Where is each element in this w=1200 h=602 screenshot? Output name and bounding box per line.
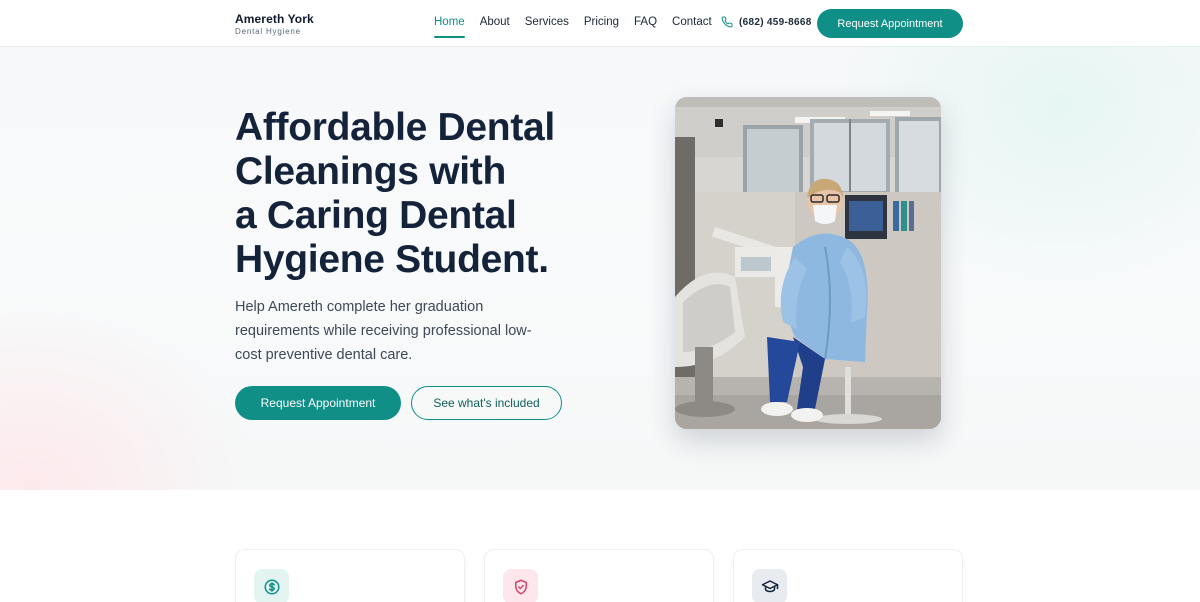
hero-subtitle-line: requirements while receiving professiona… xyxy=(235,323,532,339)
hero-section: Affordable Dental Cleanings with a Carin… xyxy=(0,47,1200,490)
feature-icon-wrap xyxy=(503,569,538,602)
hero-title: Affordable Dental Cleanings with a Carin… xyxy=(235,106,595,282)
feature-card-safety xyxy=(484,549,714,602)
nav-about[interactable]: About xyxy=(480,16,510,34)
phone-link[interactable]: (682) 459-8668 xyxy=(721,16,812,28)
feature-card-pricing xyxy=(235,549,465,602)
see-whats-included-button[interactable]: See what's included xyxy=(411,386,562,420)
nav-faq[interactable]: FAQ xyxy=(634,16,657,34)
shield-icon xyxy=(514,579,527,594)
brand-logo[interactable]: Amereth York Dental Hygiene xyxy=(235,12,314,36)
nav-services[interactable]: Services xyxy=(525,16,569,34)
hero-subtitle-line: Help Amereth complete her graduation xyxy=(235,299,484,315)
graduation-cap-icon xyxy=(761,579,778,592)
feature-icon-wrap xyxy=(752,569,787,602)
phone-number: (682) 459-8668 xyxy=(739,16,812,28)
brand-subtitle: Dental Hygiene xyxy=(235,27,301,36)
main-nav: Home About Services Pricing FAQ Contact xyxy=(434,16,727,38)
feature-card-student xyxy=(733,549,963,602)
brand-name: Amereth York xyxy=(235,12,314,26)
header-request-appointment-button[interactable]: Request Appointment xyxy=(817,9,963,38)
feature-icon-wrap xyxy=(254,569,289,602)
dollar-icon xyxy=(264,579,279,594)
hero-title-line: Affordable Dental xyxy=(235,106,555,149)
nav-home[interactable]: Home xyxy=(434,16,465,38)
hero-title-line: Hygiene Student. xyxy=(235,238,549,281)
hero-title-line: a Caring Dental xyxy=(235,194,517,237)
phone-icon xyxy=(721,16,733,28)
hygienist-photo xyxy=(675,97,941,429)
hero-subtitle-line: cost preventive dental care. xyxy=(235,347,413,363)
nav-contact[interactable]: Contact xyxy=(672,16,712,34)
hero-subtitle: Help Amereth complete her graduation req… xyxy=(235,295,555,367)
nav-pricing[interactable]: Pricing xyxy=(584,16,619,34)
site-header: Amereth York Dental Hygiene Home About S… xyxy=(0,0,1200,47)
hero-request-appointment-button[interactable]: Request Appointment xyxy=(235,386,401,420)
hero-title-line: Cleanings with xyxy=(235,150,506,193)
